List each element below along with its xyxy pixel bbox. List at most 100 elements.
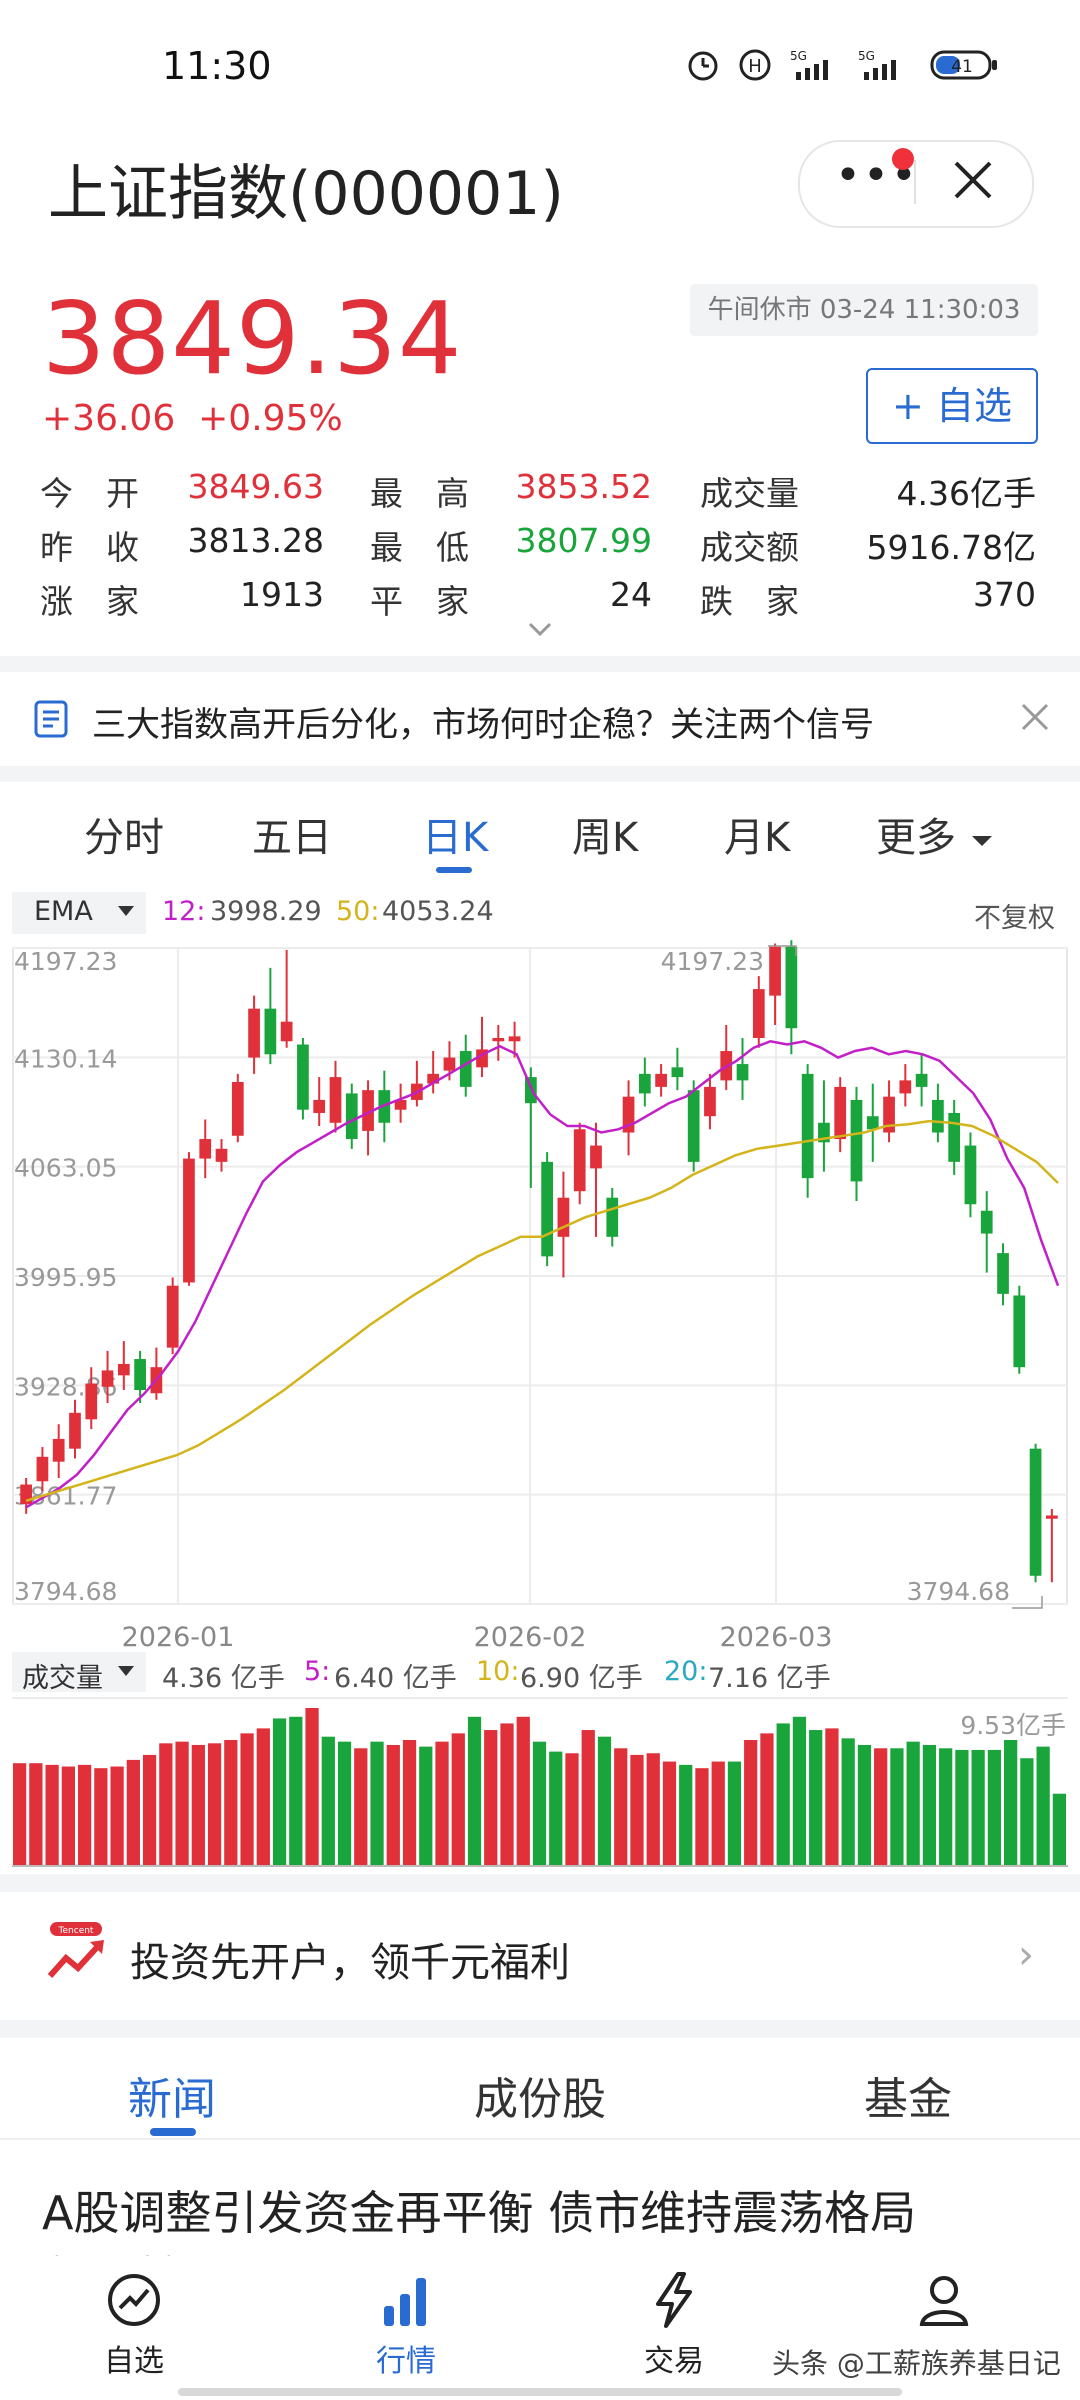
nav-market[interactable]	[336, 2270, 476, 2334]
volume-chart[interactable]: 9.53亿手	[12, 1690, 1068, 1870]
candle-body	[899, 1080, 912, 1094]
bar-chart-icon	[384, 2278, 426, 2326]
volume-legend: 成交量 4.36 亿手 5: 6.40 亿手 10: 6.90 亿手 20: 7…	[12, 1652, 1068, 1694]
stat-value: 4.36亿手	[896, 474, 1036, 513]
volume-max-label: 9.53亿手	[960, 1711, 1066, 1740]
ema50-value: 4053.24	[382, 896, 494, 927]
home-indicator[interactable]	[178, 2388, 902, 2396]
candle-body	[997, 1253, 1009, 1294]
nav-trade-label: 交易	[644, 2344, 704, 2379]
tab-constituents[interactable]: 成份股	[474, 2063, 606, 2127]
tab-monthly-k[interactable]: 月K	[724, 805, 790, 863]
candlestick-chart[interactable]: 4197.234130.144063.053995.953928.863861.…	[12, 934, 1068, 1654]
nav-trade[interactable]	[604, 2270, 744, 2334]
volume-bar	[126, 1759, 140, 1866]
stat-label: 成交量	[700, 474, 799, 513]
tab-more-label: 更多	[876, 815, 956, 861]
volume-bar	[792, 1716, 807, 1866]
news-banner-text[interactable]: 三大指数高开后分化，市场何时企稳？关注两个信号	[92, 697, 874, 746]
volume-bar	[484, 1730, 498, 1866]
candle-body	[557, 1197, 570, 1237]
candle-body	[655, 1073, 667, 1087]
tab-daily-k[interactable]: 日K	[422, 805, 488, 863]
chevron-right-icon[interactable]: ›	[1018, 1932, 1034, 1978]
candle-body	[101, 1370, 114, 1387]
candle-body	[183, 1158, 195, 1283]
tab-funds[interactable]: 基金	[864, 2063, 952, 2127]
volume-bar	[45, 1764, 59, 1866]
candle-body	[834, 1086, 847, 1140]
candle-body	[704, 1086, 716, 1117]
candle-body	[215, 1148, 228, 1162]
vol-ma20-label: 20:	[664, 1656, 708, 1687]
stat-value: 1913	[240, 575, 324, 614]
volume-bar	[224, 1739, 238, 1866]
volume-bar	[922, 1744, 937, 1866]
lightning-icon	[656, 2272, 692, 2328]
y-tick-label: 3794.68	[14, 1577, 117, 1606]
volume-bar	[549, 1751, 563, 1866]
y-tick-label: 3995.95	[14, 1263, 117, 1292]
candle-body	[769, 946, 781, 996]
watermark: 头条 @工薪族养基日记	[772, 2347, 1061, 2380]
tab-weekly-k[interactable]: 周K	[572, 805, 638, 863]
stat-label: 跌 家	[700, 582, 799, 621]
volume-bar	[825, 1728, 839, 1866]
volume-bar	[467, 1716, 482, 1866]
volume-bar	[272, 1718, 287, 1866]
candle-body	[443, 1057, 456, 1071]
volume-bar	[175, 1741, 189, 1866]
candle-body	[459, 1051, 472, 1087]
volume-bar	[370, 1741, 384, 1866]
volume-bar	[776, 1723, 790, 1866]
tab-more[interactable]: 更多	[876, 805, 995, 863]
volume-bar	[841, 1738, 855, 1866]
volume-bar	[1036, 1746, 1050, 1866]
add-watchlist-button[interactable]: + 自选	[866, 368, 1038, 444]
nav-profile[interactable]	[874, 2270, 1014, 2334]
volume-bar	[207, 1743, 222, 1866]
svg-text:5G: 5G	[858, 49, 875, 63]
svg-text:Tencent: Tencent	[58, 1926, 94, 1936]
status-time: 11:30	[162, 44, 272, 88]
tab-five-day[interactable]: 五日	[252, 805, 332, 863]
volume-bar	[110, 1766, 124, 1866]
news-headline[interactable]: A股调整引发资金再平衡 债市维持震荡格局	[42, 2177, 916, 2243]
candle-body	[736, 1064, 749, 1081]
candle-body	[915, 1073, 928, 1087]
adjust-toggle[interactable]: 不复权	[974, 896, 1055, 935]
candle-body	[866, 1116, 879, 1130]
candle-body	[345, 1093, 358, 1140]
tab-intraday[interactable]: 分时	[84, 805, 164, 863]
stat-value: 3813.28	[187, 521, 324, 560]
chevron-down-icon[interactable]	[522, 618, 558, 642]
nav-market-label: 行情	[376, 2344, 436, 2379]
volume-bar	[142, 1754, 157, 1866]
volume-bar	[61, 1766, 75, 1866]
close-icon[interactable]	[948, 155, 998, 205]
volume-bar	[77, 1764, 92, 1866]
candle-body	[964, 1145, 977, 1205]
article-icon	[34, 700, 68, 738]
candle-body	[541, 1161, 554, 1257]
volume-bar	[289, 1716, 303, 1866]
candle-body	[948, 1112, 961, 1162]
ema12-line	[25, 1040, 1060, 1509]
battery-icon: 41	[930, 50, 997, 80]
nav-watchlist[interactable]	[64, 2270, 204, 2334]
volume-bar	[337, 1741, 352, 1866]
candle-body	[329, 1077, 342, 1123]
banner-close-icon[interactable]	[1018, 700, 1052, 734]
high-marker-label: 4197.23	[661, 947, 764, 976]
vol-ma5-label: 5:	[304, 1656, 331, 1687]
promo-banner-text[interactable]: 投资先开户，领千元福利	[130, 1930, 570, 1988]
candle-body	[687, 1090, 700, 1162]
volume-bar	[13, 1763, 27, 1866]
volume-bar	[354, 1748, 368, 1866]
volume-bar	[1004, 1739, 1018, 1866]
news-tab-indicator	[150, 2128, 196, 2136]
signal-5g-icon-2: 5G	[858, 49, 896, 80]
candle-body	[932, 1099, 944, 1133]
tab-news[interactable]: 新闻	[128, 2063, 216, 2127]
volume-bar	[955, 1749, 969, 1866]
